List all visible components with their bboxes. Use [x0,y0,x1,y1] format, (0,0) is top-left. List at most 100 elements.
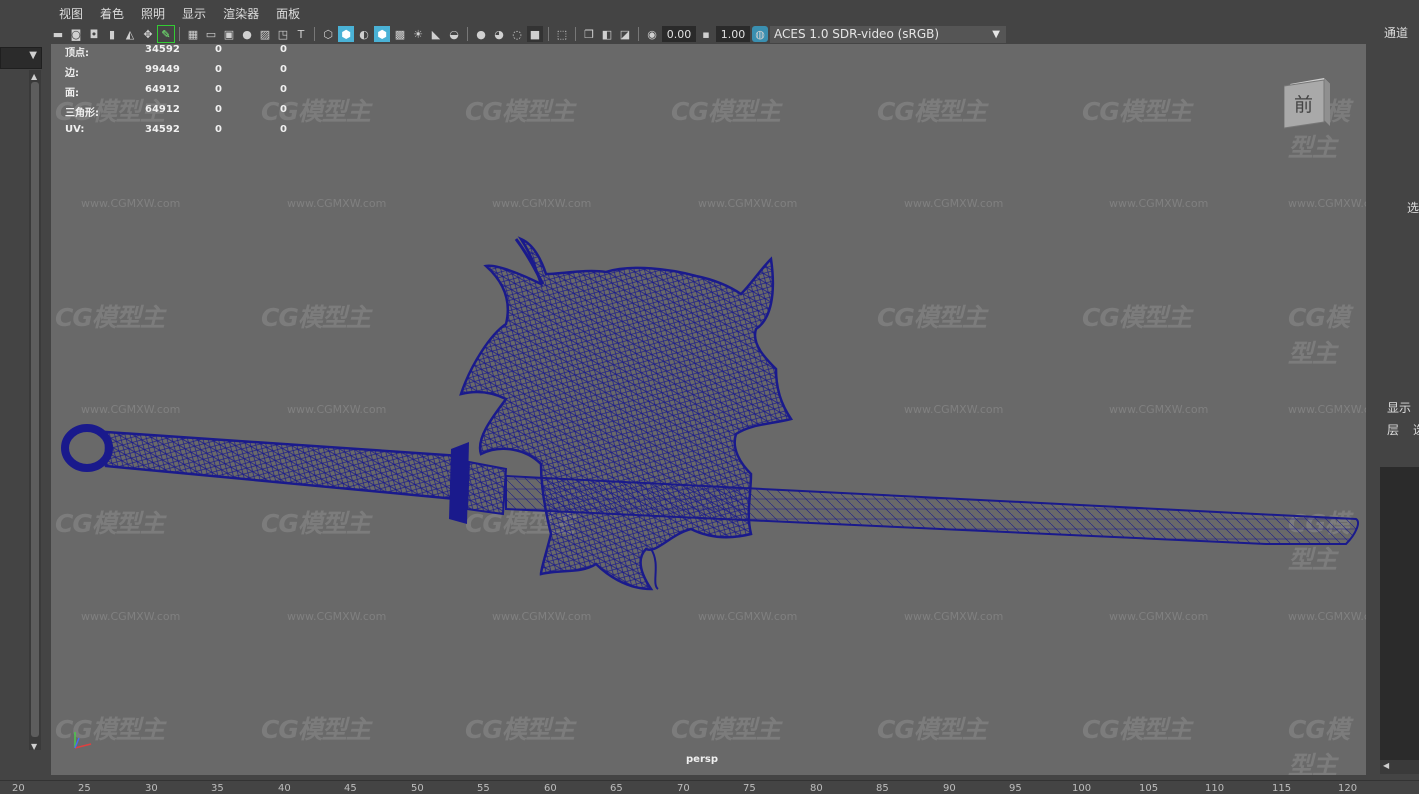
hud-value: 0 [280,44,287,55]
scroll-left-icon[interactable]: ◀ [1383,761,1389,770]
hud-value: 64912 [145,104,180,115]
hud-label: 顶点: [65,48,89,59]
backface-icon[interactable]: ◧ [599,26,615,42]
grid-icon[interactable]: ▦ [185,26,201,42]
hud-value: 99449 [145,64,180,75]
ambient-occlusion-icon[interactable]: ◒ [446,26,462,42]
bookmark-icon[interactable]: ▮ [104,26,120,42]
two-d-pan-icon[interactable]: ✥ [140,26,156,42]
hud-row-uvs: UV: 34592 0 0 [65,124,320,144]
channel-box-tab[interactable]: 通道 [1384,24,1408,41]
smooth-shade-icon[interactable]: ⬢ [338,26,354,42]
exposure-icon[interactable]: ◉ [644,26,660,42]
hud-label: 三角形: [65,108,99,119]
3d-viewport[interactable]: CG模型主 CG模型主 CG模型主 CG模型主 CG模型主 CG模型主 CG模型… [51,44,1366,775]
ruler-tick: 95 [1009,783,1022,794]
camera-label: persp [686,754,718,765]
camera-icon[interactable]: ▬ [50,26,66,42]
toolbar-separator [467,27,468,41]
hud-label: UV: [65,124,85,135]
menu-renderer[interactable]: 渲染器 [214,2,267,22]
color-management-icon[interactable]: ◍ [752,26,768,42]
hud-icon[interactable]: ◪ [617,26,633,42]
layer-menu[interactable]: 层 [1387,421,1399,438]
ruler-tick: 45 [344,783,357,794]
film-gate-icon[interactable]: ▭ [203,26,219,42]
exposure-field[interactable]: 0.00 [662,26,696,42]
ruler-tick: 120 [1338,783,1358,794]
gamma-field[interactable]: 1.00 [716,26,750,42]
ruler-tick: 70 [677,783,690,794]
hud-row-vertices: 顶点: 34592 0 0 [65,44,320,64]
menu-shading[interactable]: 着色 [91,2,132,22]
depth-of-field-icon[interactable]: ◌ [509,26,525,42]
antialias-icon[interactable]: ◕ [491,26,507,42]
isolate-icon[interactable]: ■ [527,26,543,42]
hud-value: 64912 [145,84,180,95]
view-cube[interactable]: 前 [1283,76,1332,130]
toolbar-separator [179,27,180,41]
hud-label: 边: [65,68,79,79]
layer-list[interactable] [1380,467,1419,760]
xray-active-icon[interactable]: ❐ [581,26,597,42]
ruler-tick: 55 [477,783,490,794]
scroll-down-icon[interactable]: ▼ [31,742,37,751]
ruler-tick: 85 [876,783,889,794]
resolution-gate-icon[interactable]: ▣ [221,26,237,42]
ruler-tick: 65 [610,783,623,794]
scroll-up-icon[interactable]: ▲ [31,72,37,81]
wireframe-model[interactable] [51,44,1366,775]
colorspace-label: ACES 1.0 SDR-video (sRGB) [774,27,940,41]
camera-attr-icon[interactable]: ◙ [68,26,84,42]
view-cube-face-label: 前 [1294,94,1314,116]
gamma-icon[interactable]: ▪ [698,26,714,42]
display-tab[interactable]: 显示 [1387,399,1411,416]
menu-panels[interactable]: 面板 [267,2,308,22]
lighting-icon[interactable]: ☀ [410,26,426,42]
left-scrollbar-thumb[interactable] [31,82,39,737]
menu-view[interactable]: 视图 [50,2,91,22]
wireframe-on-shaded-icon[interactable]: ⬢ [374,26,390,42]
ruler-tick: 80 [810,783,823,794]
select-label[interactable]: 选 [1407,199,1419,216]
hud-value: 0 [215,44,222,55]
time-ruler[interactable]: 20 25 30 35 40 45 50 55 60 65 70 75 80 8… [0,780,1419,794]
menu-lighting[interactable]: 照明 [132,2,173,22]
ruler-tick: 40 [278,783,291,794]
safe-action-icon[interactable]: ◳ [275,26,291,42]
toolbar-separator [548,27,549,41]
ruler-tick: 25 [78,783,91,794]
grease-pencil-icon[interactable]: ✎ [157,25,175,43]
left-dropdown[interactable]: ▼ [0,47,42,69]
hud-value: 0 [280,124,287,135]
ruler-tick: 50 [411,783,424,794]
toolbar-separator [314,27,315,41]
hud-value: 34592 [145,44,180,55]
menu-show[interactable]: 显示 [173,2,214,22]
safe-title-icon[interactable]: T [293,26,309,42]
panel-toolbar: ▬ ◙ ◘ ▮ ◭ ✥ ✎ ▦ ▭ ▣ ● ▨ ◳ T ⬡ ⬢ ◐ ⬢ ▩ ☀ … [50,24,1366,44]
colorspace-dropdown[interactable]: ACES 1.0 SDR-video (sRGB) ▼ [770,25,1006,43]
shadows-icon[interactable]: ◣ [428,26,444,42]
camera-lock-icon[interactable]: ◘ [86,26,102,42]
field-chart-icon[interactable]: ▨ [257,26,273,42]
ruler-tick: 20 [12,783,25,794]
layer-list-scrollbar[interactable]: ◀ [1380,760,1419,774]
gate-mask-icon[interactable]: ● [239,26,255,42]
xray-icon[interactable]: ▩ [392,26,408,42]
oni-mask-mesh [459,236,794,591]
hud-value: 0 [215,84,222,95]
hud-value: 0 [280,64,287,75]
image-plane-icon[interactable]: ◭ [122,26,138,42]
hud-row-faces: 面: 64912 0 0 [65,84,320,104]
wireframe-icon[interactable]: ⬡ [320,26,336,42]
hud-value: 34592 [145,124,180,135]
layer-options-menu[interactable]: 选 [1413,421,1419,438]
default-material-icon[interactable]: ◐ [356,26,372,42]
ruler-tick: 35 [211,783,224,794]
xray-joints-icon[interactable]: ⬚ [554,26,570,42]
motion-blur-icon[interactable]: ● [473,26,489,42]
hud-value: 0 [215,64,222,75]
ruler-tick: 30 [145,783,158,794]
ruler-tick: 90 [943,783,956,794]
